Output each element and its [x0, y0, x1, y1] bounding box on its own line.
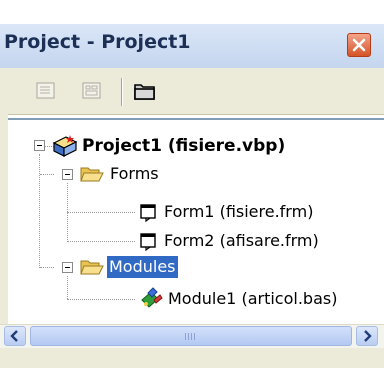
modules-folder-label[interactable]: Modules [106, 255, 179, 279]
form1-item-label[interactable]: Form1 (fisiere.frm) [164, 201, 313, 223]
window-bottom-edge [0, 348, 384, 368]
open-folder-icon [80, 260, 104, 275]
scroll-left-button[interactable] [4, 326, 26, 346]
view-object-icon [82, 82, 101, 99]
view-code-button[interactable] [34, 80, 58, 102]
tree-line [39, 154, 40, 268]
vb-project-icon [52, 135, 78, 157]
view-code-icon [36, 82, 55, 99]
tree-line [67, 276, 68, 299]
arrow-left-icon [10, 330, 18, 342]
close-icon [352, 38, 366, 52]
toggle-folders-button[interactable] [131, 79, 159, 103]
tree-line [40, 267, 54, 268]
module1-item-label[interactable]: Module1 (articol.bas) [168, 288, 337, 310]
scroll-thumb[interactable] [30, 326, 352, 346]
form-icon [140, 204, 156, 222]
form2-item-label[interactable]: Form2 (afisare.frm) [164, 230, 319, 252]
folder-icon [134, 84, 155, 100]
forms-collapse-toggle[interactable] [62, 169, 73, 180]
forms-folder-label[interactable]: Forms [110, 163, 159, 185]
scroll-right-button[interactable] [356, 326, 378, 346]
open-folder-icon [80, 167, 104, 182]
close-button[interactable] [347, 33, 371, 57]
arrow-right-icon [364, 330, 372, 342]
tree-line [67, 299, 135, 300]
module-icon [141, 287, 163, 308]
project-node-label[interactable]: Project1 (fisiere.vbp) [82, 135, 285, 157]
view-object-button[interactable] [80, 80, 104, 102]
toolbar-separator [121, 78, 123, 106]
form-icon [140, 233, 156, 251]
project-collapse-toggle[interactable] [34, 140, 45, 151]
modules-collapse-toggle[interactable] [62, 262, 73, 273]
tree-line [40, 174, 54, 175]
window-title: Project - Project1 [4, 31, 191, 53]
tree-line [67, 212, 135, 213]
tree-line [67, 241, 135, 242]
